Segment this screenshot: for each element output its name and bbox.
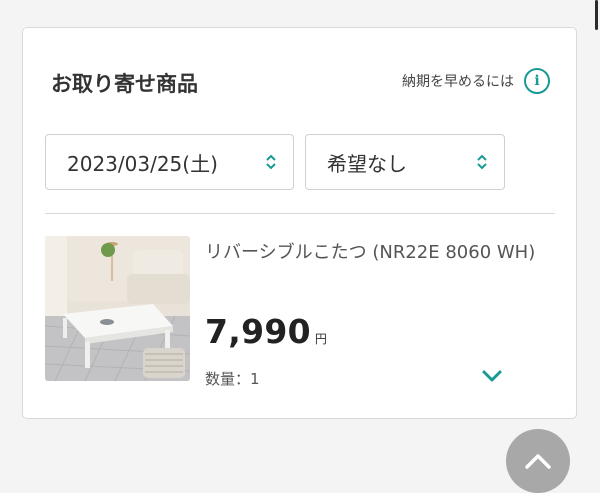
delivery-date-value: 2023/03/25(土) <box>67 151 218 176</box>
speed-up-delivery-text: 納期を早めるには <box>402 74 514 90</box>
divider <box>45 213 555 214</box>
kotatsu-table-photo <box>45 236 190 381</box>
delivery-time-select[interactable]: 希望なし <box>305 134 505 190</box>
scroll-to-top-button[interactable] <box>506 429 570 493</box>
speed-up-delivery-link[interactable]: 納期を早めるには i <box>402 68 550 94</box>
chevron-up-icon <box>525 454 551 469</box>
section-title: お取り寄せ商品 <box>51 72 198 96</box>
scroll-indicator <box>595 0 598 30</box>
sort-arrows-icon <box>266 154 276 170</box>
price-unit: 円 <box>314 332 327 346</box>
delivery-time-value: 希望なし <box>327 151 407 176</box>
price-value: 7,990 <box>205 312 311 351</box>
product-name-link[interactable]: リバーシブルこたつ (NR22E 8060 WH) <box>205 238 545 267</box>
quantity-text: 数量：1 <box>205 370 260 388</box>
product-price: 7,990 円 <box>205 312 327 351</box>
sort-arrows-icon <box>477 154 487 170</box>
order-card: お取り寄せ商品 納期を早めるには i 2023/03/25(土) 希望なし リバ… <box>22 27 577 419</box>
delivery-date-select[interactable]: 2023/03/25(土) <box>45 134 294 190</box>
info-icon[interactable]: i <box>524 68 550 94</box>
chevron-down-icon[interactable] <box>481 369 503 383</box>
product-thumbnail[interactable] <box>45 236 190 381</box>
